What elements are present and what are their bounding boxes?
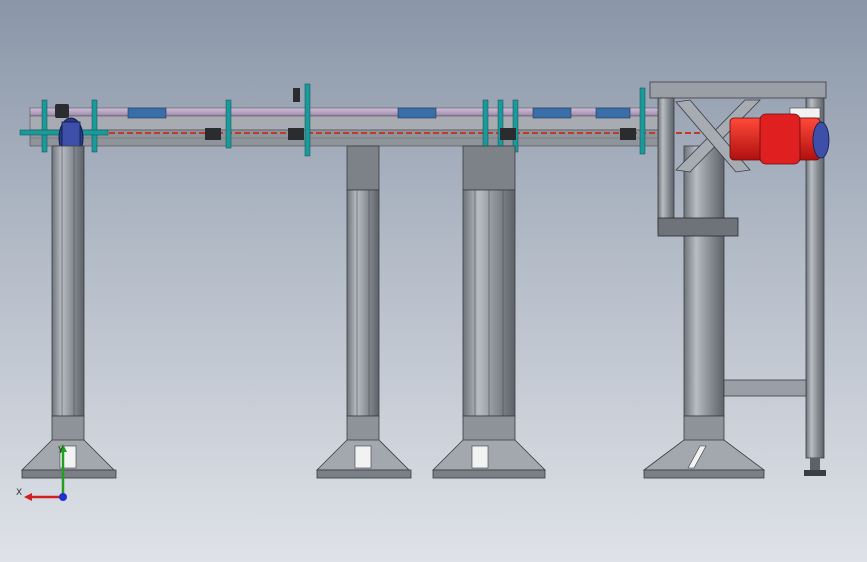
conveyor-beam [29, 107, 671, 147]
y-axis-label: Y [57, 446, 64, 456]
support-leg-3 [432, 145, 546, 479]
gear-motor [729, 107, 830, 165]
x-axis-label: X [16, 488, 22, 498]
z-axis-dot [59, 493, 67, 501]
cad-viewport[interactable]: X Y [0, 0, 867, 562]
support-leg-2 [316, 145, 412, 479]
conveyor-model: X Y [16, 81, 830, 501]
support-leg-1 [21, 145, 117, 479]
